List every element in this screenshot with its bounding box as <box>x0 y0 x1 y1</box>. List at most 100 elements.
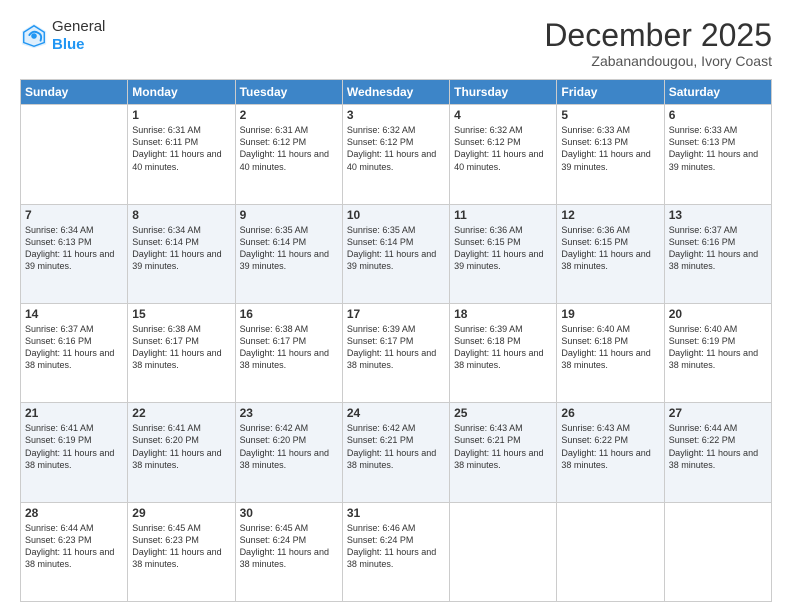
day-number: 23 <box>240 406 338 420</box>
day-info: Sunrise: 6:44 AMSunset: 6:22 PMDaylight:… <box>669 422 767 471</box>
logo: General Blue <box>20 18 105 54</box>
calendar-header-friday: Friday <box>557 80 664 105</box>
calendar-cell: 27 Sunrise: 6:44 AMSunset: 6:22 PMDayligh… <box>664 403 771 502</box>
calendar-week-row: 21Sunrise: 6:41 AMSunset: 6:19 PMDayligh… <box>21 403 772 502</box>
day-number: 5 <box>561 108 659 122</box>
calendar-cell: 14 Sunrise: 6:37 AMSunset: 6:16 PMDayligh… <box>21 303 128 402</box>
day-info: Sunrise: 6:44 AMSunset: 6:23 PMDaylight:… <box>25 522 123 571</box>
calendar-cell: 24Sunrise: 6:42 AMSunset: 6:21 PMDayligh… <box>342 403 449 502</box>
day-info: Sunrise: 6:42 AMSunset: 6:21 PMDaylight:… <box>347 422 445 471</box>
calendar-cell <box>450 502 557 601</box>
day-number: 30 <box>240 506 338 520</box>
calendar-header-sunday: Sunday <box>21 80 128 105</box>
calendar-cell: 8 Sunrise: 6:34 AMSunset: 6:14 PMDaylight… <box>128 204 235 303</box>
day-number: 15 <box>132 307 230 321</box>
day-number: 7 <box>25 208 123 222</box>
calendar-cell: 1 Sunrise: 6:31 AMSunset: 6:11 PMDaylight… <box>128 105 235 204</box>
day-info: Sunrise: 6:40 AMSunset: 6:18 PMDaylight:… <box>561 323 659 372</box>
day-number: 29 <box>132 506 230 520</box>
calendar-week-row: 7 Sunrise: 6:34 AMSunset: 6:13 PMDaylight… <box>21 204 772 303</box>
day-info: Sunrise: 6:36 AMSunset: 6:15 PMDaylight:… <box>561 224 659 273</box>
day-info: Sunrise: 6:43 AMSunset: 6:22 PMDaylight:… <box>561 422 659 471</box>
calendar-cell: 17Sunrise: 6:39 AMSunset: 6:17 PMDayligh… <box>342 303 449 402</box>
day-info: Sunrise: 6:43 AMSunset: 6:21 PMDaylight:… <box>454 422 552 471</box>
day-info: Sunrise: 6:45 AMSunset: 6:23 PMDaylight:… <box>132 522 230 571</box>
calendar-cell: 11Sunrise: 6:36 AMSunset: 6:15 PMDayligh… <box>450 204 557 303</box>
calendar-cell: 26 Sunrise: 6:43 AMSunset: 6:22 PMDayligh… <box>557 403 664 502</box>
calendar-cell: 22Sunrise: 6:41 AMSunset: 6:20 PMDayligh… <box>128 403 235 502</box>
calendar-cell <box>21 105 128 204</box>
day-info: Sunrise: 6:31 AMSunset: 6:11 PMDaylight:… <box>132 124 230 173</box>
day-number: 26 <box>561 406 659 420</box>
day-info: Sunrise: 6:37 AMSunset: 6:16 PMDaylight:… <box>669 224 767 273</box>
calendar-header-wednesday: Wednesday <box>342 80 449 105</box>
day-info: Sunrise: 6:34 AMSunset: 6:13 PMDaylight:… <box>25 224 123 273</box>
subtitle: Zabanandougou, Ivory Coast <box>544 53 772 69</box>
day-number: 1 <box>132 108 230 122</box>
day-number: 13 <box>669 208 767 222</box>
day-number: 9 <box>240 208 338 222</box>
day-number: 18 <box>454 307 552 321</box>
calendar-header-row: SundayMondayTuesdayWednesdayThursdayFrid… <box>21 80 772 105</box>
calendar-cell: 12 Sunrise: 6:36 AMSunset: 6:15 PMDayligh… <box>557 204 664 303</box>
calendar-week-row: 1 Sunrise: 6:31 AMSunset: 6:11 PMDaylight… <box>21 105 772 204</box>
day-number: 12 <box>561 208 659 222</box>
day-info: Sunrise: 6:35 AMSunset: 6:14 PMDaylight:… <box>347 224 445 273</box>
calendar-cell: 9 Sunrise: 6:35 AMSunset: 6:14 PMDaylight… <box>235 204 342 303</box>
day-info: Sunrise: 6:35 AMSunset: 6:14 PMDaylight:… <box>240 224 338 273</box>
main-title: December 2025 <box>544 18 772 53</box>
day-number: 17 <box>347 307 445 321</box>
calendar-week-row: 14 Sunrise: 6:37 AMSunset: 6:16 PMDayligh… <box>21 303 772 402</box>
day-info: Sunrise: 6:41 AMSunset: 6:19 PMDaylight:… <box>25 422 123 471</box>
calendar-cell: 30Sunrise: 6:45 AMSunset: 6:24 PMDayligh… <box>235 502 342 601</box>
calendar-header-monday: Monday <box>128 80 235 105</box>
day-info: Sunrise: 6:32 AMSunset: 6:12 PMDaylight:… <box>454 124 552 173</box>
calendar-cell: 6 Sunrise: 6:33 AMSunset: 6:13 PMDaylight… <box>664 105 771 204</box>
day-info: Sunrise: 6:34 AMSunset: 6:14 PMDaylight:… <box>132 224 230 273</box>
day-info: Sunrise: 6:38 AMSunset: 6:17 PMDaylight:… <box>132 323 230 372</box>
day-number: 16 <box>240 307 338 321</box>
day-number: 10 <box>347 208 445 222</box>
day-number: 3 <box>347 108 445 122</box>
calendar-week-row: 28 Sunrise: 6:44 AMSunset: 6:23 PMDayligh… <box>21 502 772 601</box>
calendar-table: SundayMondayTuesdayWednesdayThursdayFrid… <box>20 79 772 602</box>
calendar-cell <box>664 502 771 601</box>
calendar-cell <box>557 502 664 601</box>
day-info: Sunrise: 6:42 AMSunset: 6:20 PMDaylight:… <box>240 422 338 471</box>
day-info: Sunrise: 6:31 AMSunset: 6:12 PMDaylight:… <box>240 124 338 173</box>
calendar-cell: 2Sunrise: 6:31 AMSunset: 6:12 PMDaylight… <box>235 105 342 204</box>
day-number: 19 <box>561 307 659 321</box>
calendar-cell: 19 Sunrise: 6:40 AMSunset: 6:18 PMDayligh… <box>557 303 664 402</box>
day-info: Sunrise: 6:40 AMSunset: 6:19 PMDaylight:… <box>669 323 767 372</box>
calendar-cell: 21Sunrise: 6:41 AMSunset: 6:19 PMDayligh… <box>21 403 128 502</box>
calendar-header-tuesday: Tuesday <box>235 80 342 105</box>
day-info: Sunrise: 6:33 AMSunset: 6:13 PMDaylight:… <box>669 124 767 173</box>
calendar-cell: 29 Sunrise: 6:45 AMSunset: 6:23 PMDayligh… <box>128 502 235 601</box>
calendar-cell: 15 Sunrise: 6:38 AMSunset: 6:17 PMDayligh… <box>128 303 235 402</box>
day-info: Sunrise: 6:41 AMSunset: 6:20 PMDaylight:… <box>132 422 230 471</box>
calendar-cell: 18Sunrise: 6:39 AMSunset: 6:18 PMDayligh… <box>450 303 557 402</box>
day-number: 8 <box>132 208 230 222</box>
day-number: 4 <box>454 108 552 122</box>
day-number: 14 <box>25 307 123 321</box>
header: General Blue December 2025 Zabanandougou… <box>20 18 772 69</box>
day-number: 27 <box>669 406 767 420</box>
day-info: Sunrise: 6:33 AMSunset: 6:13 PMDaylight:… <box>561 124 659 173</box>
calendar-header-thursday: Thursday <box>450 80 557 105</box>
logo-text: General Blue <box>52 18 105 54</box>
title-block: December 2025 Zabanandougou, Ivory Coast <box>544 18 772 69</box>
calendar-cell: 5 Sunrise: 6:33 AMSunset: 6:13 PMDaylight… <box>557 105 664 204</box>
day-info: Sunrise: 6:38 AMSunset: 6:17 PMDaylight:… <box>240 323 338 372</box>
calendar-cell: 23 Sunrise: 6:42 AMSunset: 6:20 PMDayligh… <box>235 403 342 502</box>
page: General Blue December 2025 Zabanandougou… <box>0 0 792 612</box>
calendar-cell: 20 Sunrise: 6:40 AMSunset: 6:19 PMDayligh… <box>664 303 771 402</box>
logo-general: General <box>52 18 105 36</box>
day-info: Sunrise: 6:36 AMSunset: 6:15 PMDaylight:… <box>454 224 552 273</box>
day-number: 25 <box>454 406 552 420</box>
day-info: Sunrise: 6:37 AMSunset: 6:16 PMDaylight:… <box>25 323 123 372</box>
day-number: 20 <box>669 307 767 321</box>
day-number: 6 <box>669 108 767 122</box>
day-number: 28 <box>25 506 123 520</box>
day-info: Sunrise: 6:32 AMSunset: 6:12 PMDaylight:… <box>347 124 445 173</box>
calendar-cell: 25 Sunrise: 6:43 AMSunset: 6:21 PMDayligh… <box>450 403 557 502</box>
